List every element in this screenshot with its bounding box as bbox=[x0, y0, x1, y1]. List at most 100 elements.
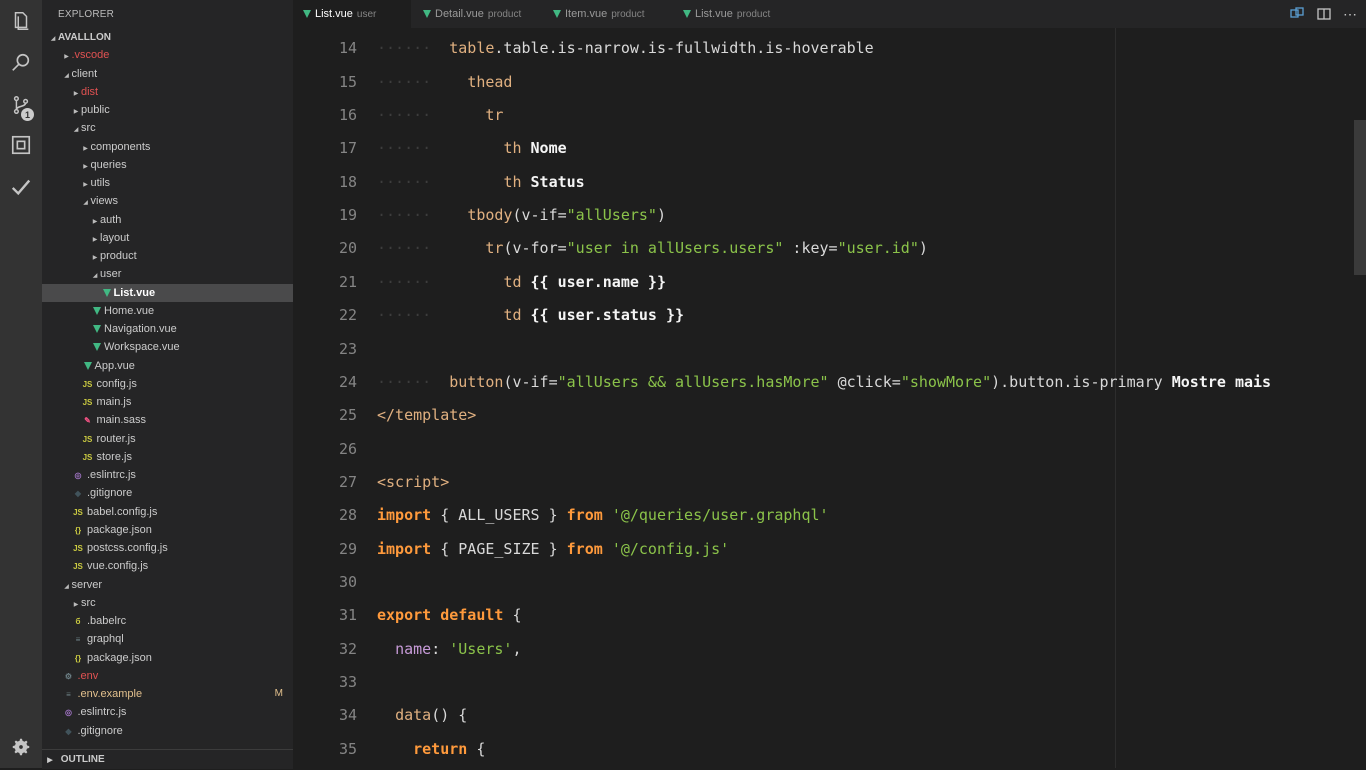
tree-folder[interactable]: ▶ public bbox=[42, 101, 293, 119]
file-icon: ≡ bbox=[75, 635, 81, 645]
editor-tab[interactable]: List.vue user bbox=[293, 0, 411, 28]
code-line[interactable]: <script> bbox=[377, 473, 449, 491]
check-activity-button[interactable] bbox=[0, 166, 42, 208]
code-token: :key= bbox=[783, 239, 838, 258]
tree-folder[interactable]: ◢ server bbox=[42, 576, 293, 594]
split-editor-button[interactable] bbox=[1316, 6, 1332, 22]
outline-section[interactable]: ▶ OUTLINE bbox=[42, 749, 293, 769]
json-file-icon: {} bbox=[74, 653, 82, 663]
code-token: Nome bbox=[530, 139, 567, 158]
files-activity-button[interactable] bbox=[0, 0, 42, 42]
code-line[interactable]: ······ tr(v-for="user in allUsers.users"… bbox=[377, 239, 928, 257]
code-line[interactable]: ······ td {{ user.status }} bbox=[377, 306, 684, 324]
editor-tab[interactable]: Item.vue product bbox=[543, 0, 671, 28]
tree-file[interactable]: JS store.js bbox=[42, 448, 293, 466]
tree-item-label: product bbox=[100, 250, 137, 262]
code-token: { bbox=[467, 739, 486, 758]
code-line[interactable]: import { PAGE_SIZE } from '@/config.js' bbox=[377, 540, 729, 558]
tree-folder[interactable]: ▶ dist bbox=[42, 83, 293, 101]
tree-file[interactable]: ◎ .eslintrc.js bbox=[42, 466, 293, 484]
tree-file[interactable]: Home.vue bbox=[42, 302, 293, 320]
tree-folder[interactable]: ▶ components bbox=[42, 138, 293, 156]
tree-item-label: main.sass bbox=[96, 414, 147, 427]
line-number: 24 bbox=[338, 372, 357, 391]
vue-file-icon bbox=[93, 306, 101, 315]
code-view[interactable]: 1314······ table.table.is-narrow.is-full… bbox=[293, 28, 1353, 768]
tree-file[interactable]: {} package.json bbox=[42, 521, 293, 539]
code-line[interactable]: ······ table.table.is-narrow.is-fullwidt… bbox=[377, 39, 874, 57]
more-actions-button[interactable]: ⋯ bbox=[1343, 6, 1359, 22]
tree-file[interactable]: JS main.js bbox=[42, 393, 293, 411]
code-token: import bbox=[377, 539, 432, 558]
tree-file[interactable]: ◆ .gitignore bbox=[42, 484, 293, 502]
extensions-activity-button[interactable] bbox=[0, 124, 42, 166]
code-line[interactable]: ······ thead bbox=[377, 73, 512, 91]
code-line[interactable]: ······ th Nome bbox=[377, 139, 567, 157]
line-number: 23 bbox=[338, 339, 357, 358]
settings-button[interactable] bbox=[0, 726, 42, 768]
extensions-icon bbox=[10, 134, 32, 156]
tree-file[interactable]: List.vue bbox=[42, 283, 293, 302]
tree-file[interactable]: Workspace.vue bbox=[42, 338, 293, 356]
tree-folder[interactable]: ▶ layout bbox=[42, 229, 293, 247]
tree-file[interactable]: Navigation.vue bbox=[42, 320, 293, 338]
tree-folder[interactable]: ◢ src bbox=[42, 119, 293, 137]
tree-folder[interactable]: ▶ product bbox=[42, 247, 293, 265]
open-changes-button[interactable] bbox=[1289, 6, 1305, 22]
code-line[interactable]: ······ th Status bbox=[377, 173, 585, 191]
tree-folder[interactable]: ▶ src bbox=[42, 594, 293, 612]
tree-file[interactable]: JS router.js bbox=[42, 430, 293, 448]
file-tree: ◢ AVALLLON ▶ .vscode ◢ client ▶ dist ▶ public ◢ src… bbox=[42, 28, 293, 740]
code-token: import bbox=[377, 506, 432, 525]
tab-label: Item.vue bbox=[565, 8, 608, 20]
tree-folder[interactable]: ▶ utils bbox=[42, 174, 293, 192]
tree-file[interactable]: ✎ main.sass bbox=[42, 411, 293, 429]
tree-file[interactable]: JS postcss.config.js bbox=[42, 539, 293, 557]
code-line[interactable]: ······ td {{ user.name }} bbox=[377, 273, 666, 291]
tree-file[interactable]: JS babel.config.js bbox=[42, 503, 293, 521]
code-token: ······ bbox=[377, 39, 450, 58]
code-token: ······ bbox=[377, 172, 504, 191]
code-line[interactable]: name: 'Users', bbox=[377, 640, 521, 658]
editor-tab[interactable]: List.vue product bbox=[673, 0, 801, 28]
code-line[interactable]: ······ tbody(v-if="allUsers") bbox=[377, 206, 666, 224]
code-line[interactable]: ······ tr bbox=[377, 106, 503, 124]
code-token: </template> bbox=[377, 406, 477, 425]
line-number: 33 bbox=[338, 673, 357, 691]
tree-file[interactable]: ◆ .gitignore bbox=[42, 722, 293, 740]
js-file-icon: JS bbox=[73, 562, 83, 572]
code-line[interactable]: ······ button(v-if="allUsers && allUsers… bbox=[377, 373, 1271, 391]
tree-file[interactable]: б .babelrc bbox=[42, 612, 293, 630]
code-line[interactable]: return { bbox=[377, 740, 485, 758]
code-line[interactable]: data() { bbox=[377, 706, 467, 724]
code-line[interactable]: </template> bbox=[377, 406, 476, 424]
line-number: 19 bbox=[338, 206, 357, 225]
code-token: { PAGE_SIZE } bbox=[431, 539, 567, 558]
editor-scrollbar[interactable] bbox=[1354, 120, 1366, 275]
editor-tab[interactable]: Detail.vue product bbox=[413, 0, 541, 28]
tree-file[interactable]: ⚙ .env bbox=[42, 667, 293, 685]
tree-item-label: graphql bbox=[87, 633, 124, 646]
tree-file[interactable]: JS vue.config.js bbox=[42, 557, 293, 575]
tree-folder[interactable]: ◢ views bbox=[42, 192, 293, 210]
search-activity-button[interactable] bbox=[0, 42, 42, 84]
tree-file[interactable]: JS config.js bbox=[42, 375, 293, 393]
tree-folder[interactable]: ◢ client bbox=[42, 65, 293, 83]
code-line[interactable]: import { ALL_USERS } from '@/queries/use… bbox=[377, 506, 829, 524]
vue-file-icon bbox=[683, 10, 691, 19]
tree-folder[interactable]: ◢ AVALLLON bbox=[42, 28, 293, 46]
code-line[interactable]: export default { bbox=[377, 606, 522, 624]
tree-folder[interactable]: ▶ .vscode bbox=[42, 46, 293, 64]
tree-folder[interactable]: ◢ user bbox=[42, 265, 293, 283]
source-control-activity-button[interactable]: 1 bbox=[0, 84, 42, 126]
tree-file[interactable]: ≡ graphql bbox=[42, 630, 293, 648]
tree-file[interactable]: App.vue bbox=[42, 357, 293, 375]
tree-folder[interactable]: ▶ auth bbox=[42, 211, 293, 229]
tree-file[interactable]: ≡ .env.example M bbox=[42, 685, 293, 703]
code-token: (v-if= bbox=[503, 372, 558, 391]
tree-folder[interactable]: ▶ queries bbox=[42, 156, 293, 174]
tree-file[interactable]: ◎ .eslintrc.js bbox=[42, 703, 293, 721]
tree-file[interactable]: {} package.json bbox=[42, 649, 293, 667]
